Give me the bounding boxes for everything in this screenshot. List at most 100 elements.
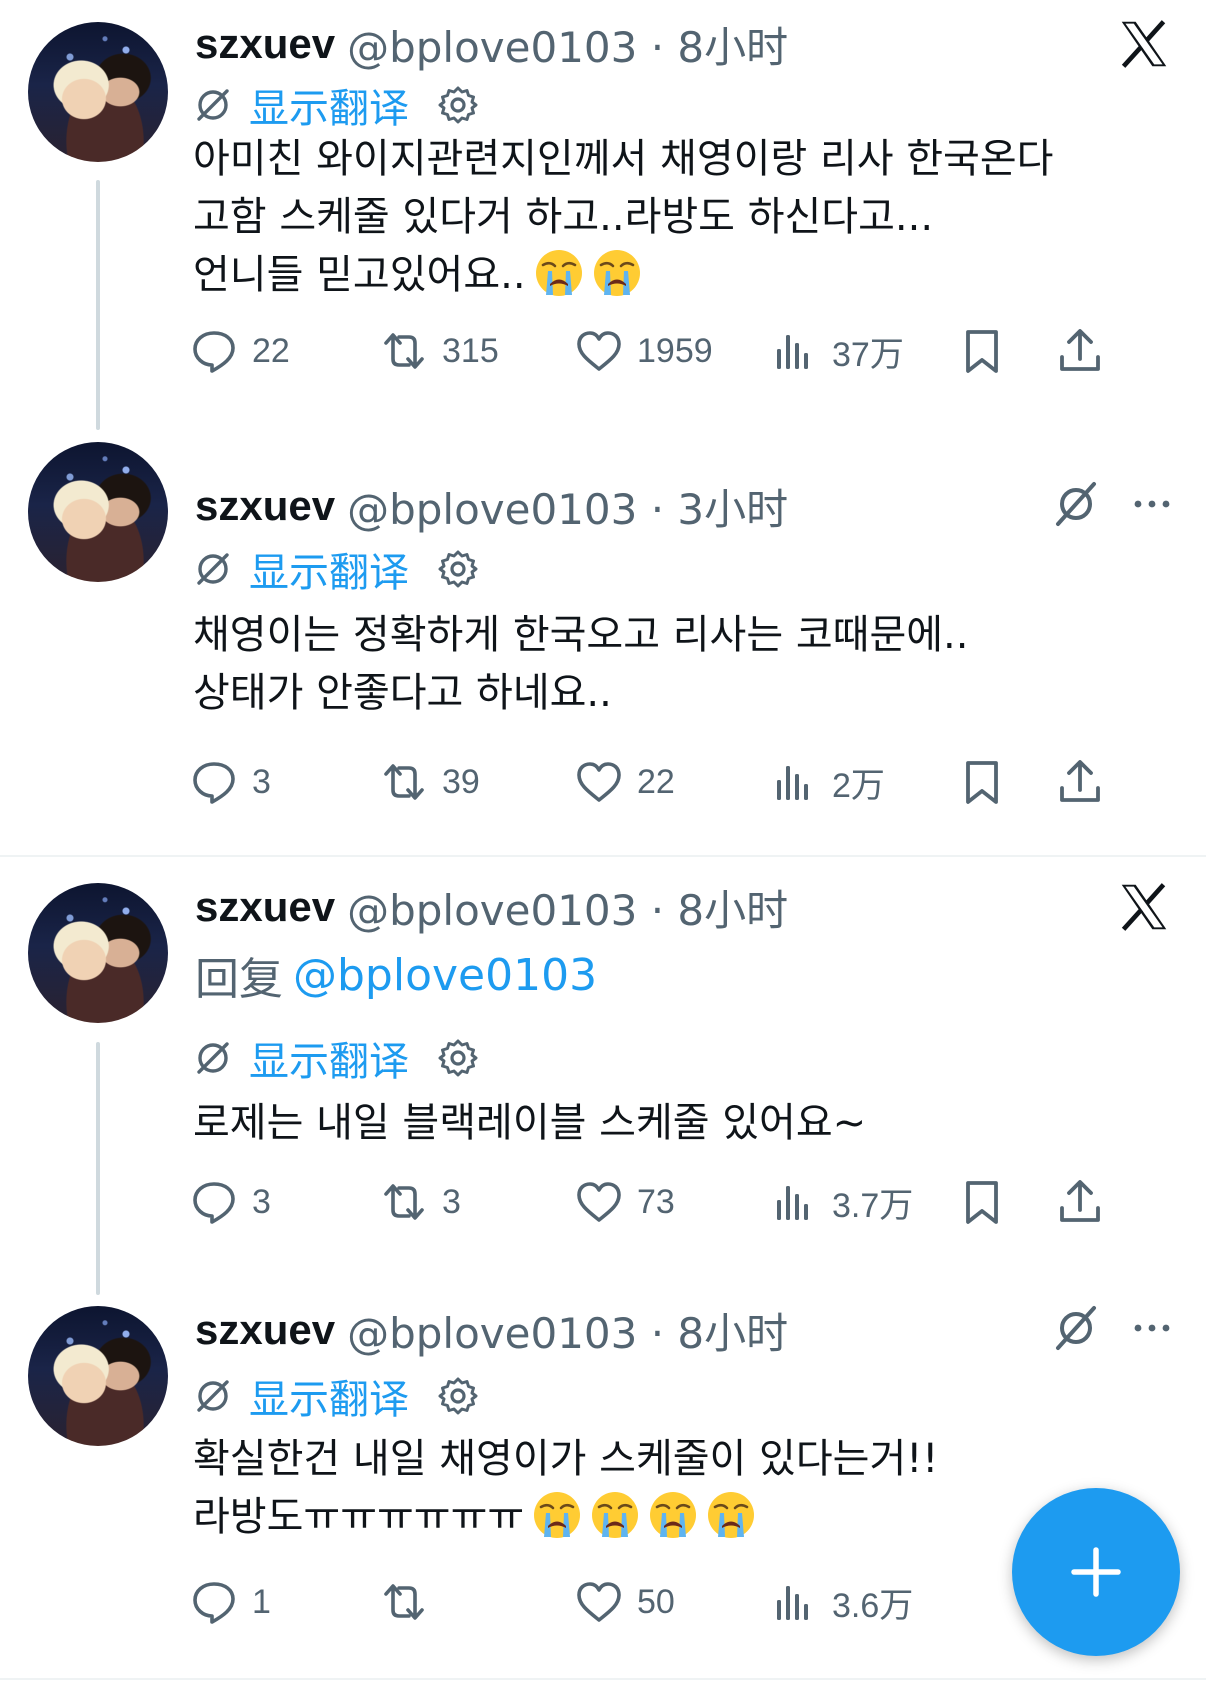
avatar[interactable] (28, 22, 168, 162)
display-name[interactable]: szxuev (195, 883, 335, 931)
handle-and-time[interactable]: @bplove0103 · 8小时 (347, 1300, 788, 1361)
bookmark-button[interactable] (958, 321, 1006, 381)
show-translation-link[interactable]: 显示翻译 (249, 76, 409, 134)
show-translation[interactable]: 显示翻译 (193, 1030, 479, 1086)
more-options-icon[interactable] (1128, 480, 1176, 528)
gear-icon[interactable] (437, 548, 479, 590)
show-translation-link[interactable]: 显示翻译 (249, 1367, 409, 1425)
views-button[interactable]: 3.6万 (770, 1572, 913, 1632)
display-name[interactable]: szxuev (195, 20, 335, 68)
gear-icon[interactable] (437, 1375, 479, 1417)
tweet-actions: 22 315 1959 37万 (190, 321, 1170, 381)
gear-icon[interactable] (437, 1037, 479, 1079)
like-button[interactable]: 73 (575, 1172, 675, 1232)
reply-button[interactable]: 3 (190, 752, 271, 812)
view-count: 2万 (832, 766, 885, 805)
avatar[interactable] (28, 883, 168, 1023)
repost-icon (380, 758, 428, 806)
tweet-text: 로제는 내일 블랙레이블 스케줄 있어요~ (193, 1094, 866, 1152)
more-options-icon[interactable] (1128, 1304, 1176, 1352)
gear-icon[interactable] (437, 84, 479, 126)
like-button[interactable]: 50 (575, 1572, 675, 1632)
handle-and-time[interactable]: @bplove0103 · 8小时 (347, 877, 788, 938)
x-logo-icon (1118, 881, 1170, 933)
tweet-header: szxuev @bplove0103 · 8小时 (195, 14, 788, 74)
tweet-text: 채영이는 정확하게 한국오고 리사는 코때문에.. 상태가 안좋다고 하네요.. (193, 606, 969, 722)
handle-and-time[interactable]: @bplove0103 · 3小时 (347, 476, 788, 537)
view-count: 3.6万 (832, 1586, 914, 1625)
share-button[interactable] (1056, 321, 1104, 381)
tweet-line: 상태가 안좋다고 하네요.. (193, 670, 612, 716)
tweet-actions: 3 39 22 2万 (190, 752, 1170, 812)
show-translation[interactable]: 显示翻译 (193, 77, 479, 133)
grok-icon[interactable] (1052, 480, 1100, 528)
views-button[interactable]: 2万 (770, 752, 885, 812)
mention-link[interactable]: @bplove0103 (293, 950, 597, 1001)
tweet-header: szxuev @bplove0103 · 3小时 (195, 476, 788, 536)
heart-icon (575, 327, 623, 375)
views-icon (770, 1578, 818, 1626)
views-icon (770, 327, 818, 375)
like-count: 1959 (637, 331, 713, 370)
share-button[interactable] (1056, 1172, 1104, 1232)
tweet-line: 언니들 믿고있어요.. (193, 246, 1053, 304)
loudly-crying-face-emoji (592, 248, 642, 298)
repost-button[interactable]: 39 (380, 752, 480, 812)
handle-and-time[interactable]: @bplove0103 · 8小时 (347, 14, 788, 75)
reply-button[interactable]: 22 (190, 321, 290, 381)
show-translation-link[interactable]: 显示翻译 (249, 540, 409, 598)
avatar[interactable] (28, 442, 168, 582)
like-button[interactable]: 1959 (575, 321, 713, 381)
reply-label: 回复 (195, 954, 283, 1005)
heart-icon (575, 1578, 623, 1626)
views-icon (770, 758, 818, 806)
repost-count: 3 (442, 1182, 461, 1221)
loudly-crying-face-emoji (534, 248, 584, 298)
translate-icon (193, 549, 233, 589)
heart-icon (575, 1178, 623, 1226)
repost-count: 315 (442, 331, 499, 370)
tweet-line: 라방도ㅠㅠㅠㅠㅠㅠ (193, 1488, 938, 1546)
show-translation-link[interactable]: 显示翻译 (249, 1029, 409, 1087)
grok-icon[interactable] (1052, 1304, 1100, 1352)
repost-button[interactable]: 3 (380, 1172, 461, 1232)
share-icon (1056, 327, 1104, 375)
like-count: 22 (637, 762, 675, 801)
loudly-crying-face-emoji (590, 1490, 640, 1540)
loudly-crying-face-emoji (706, 1490, 756, 1540)
display-name[interactable]: szxuev (195, 482, 335, 530)
repost-icon (380, 1578, 428, 1626)
reply-icon (190, 758, 238, 806)
tweet-text: 아미친 와이지관련지인께서 채영이랑 리사 한국온다 고함 스케줄 있다거 하고.… (193, 130, 1053, 304)
repost-button[interactable]: 315 (380, 321, 499, 381)
views-button[interactable]: 3.7万 (770, 1172, 913, 1232)
repost-button[interactable] (380, 1572, 442, 1632)
reply-icon (190, 1578, 238, 1626)
heart-icon (575, 758, 623, 806)
share-icon (1056, 758, 1104, 806)
translate-icon (193, 85, 233, 125)
reply-button[interactable]: 3 (190, 1172, 271, 1232)
reply-icon (190, 1178, 238, 1226)
repost-icon (380, 327, 428, 375)
divider (0, 855, 1206, 857)
show-translation[interactable]: 显示翻译 (193, 541, 479, 597)
bookmark-icon (958, 327, 1006, 375)
repost-count: 39 (442, 762, 480, 801)
reply-button[interactable]: 1 (190, 1572, 271, 1632)
avatar[interactable] (28, 1306, 168, 1446)
reply-icon (190, 327, 238, 375)
reply-count: 3 (252, 1182, 271, 1221)
display-name[interactable]: szxuev (195, 1306, 335, 1354)
like-button[interactable]: 22 (575, 752, 675, 812)
views-button[interactable]: 37万 (770, 321, 904, 381)
bookmark-button[interactable] (958, 1172, 1006, 1232)
tweet-line: 로제는 내일 블랙레이블 스케줄 있어요~ (193, 1100, 867, 1146)
bookmark-button[interactable] (958, 752, 1006, 812)
share-icon (1056, 1178, 1104, 1226)
reply-count: 1 (252, 1582, 271, 1621)
translate-icon (193, 1376, 233, 1416)
compose-button[interactable] (1012, 1488, 1180, 1656)
share-button[interactable] (1056, 752, 1104, 812)
show-translation[interactable]: 显示翻译 (193, 1368, 479, 1424)
